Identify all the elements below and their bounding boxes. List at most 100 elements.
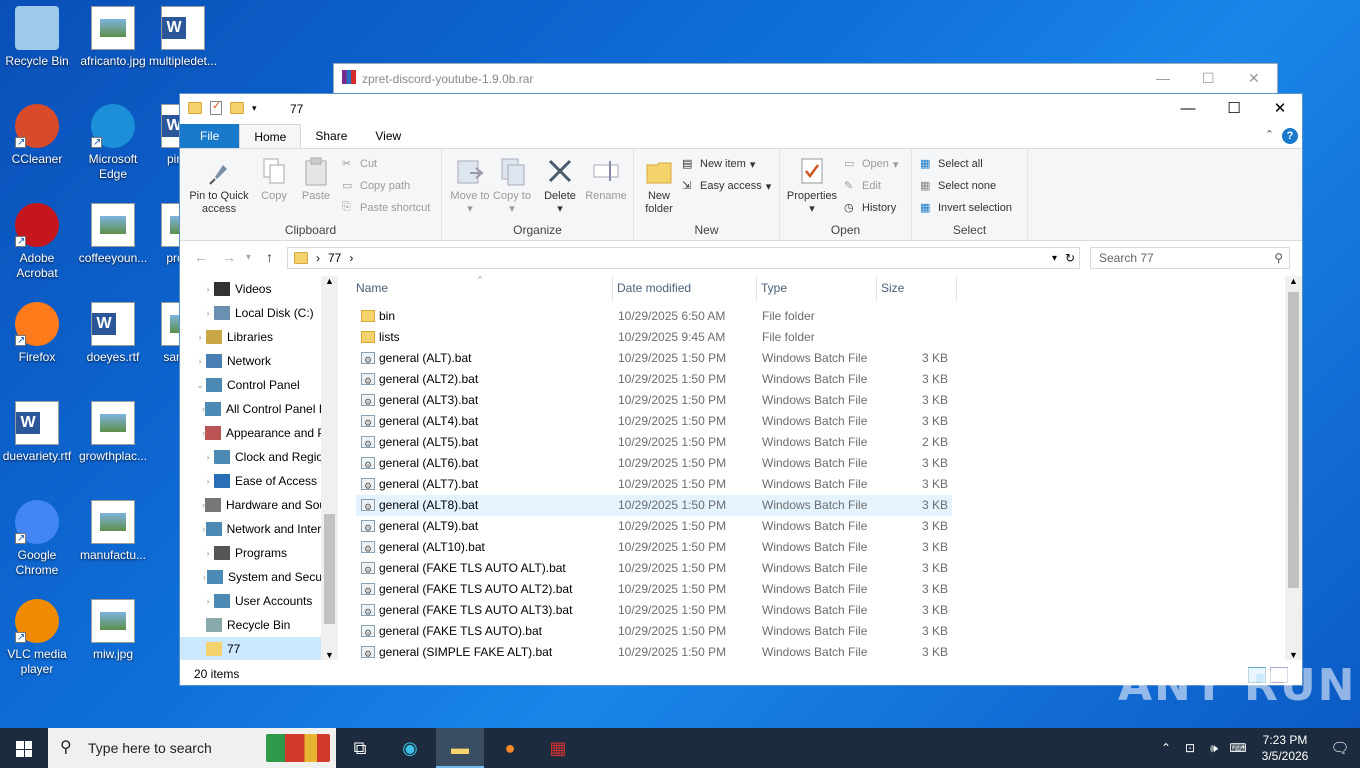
back-arrow-icon[interactable]: ← [194, 249, 208, 265]
desktop-icon[interactable]: CCleaner [0, 104, 74, 167]
start-button[interactable] [0, 728, 48, 768]
nav-item[interactable]: › Libraries [180, 325, 338, 349]
move-to-button[interactable]: Move to ▾ [450, 155, 490, 216]
network-icon[interactable]: ⊡ [1178, 741, 1202, 755]
nav-item[interactable]: › Local Disk (C:) [180, 301, 338, 325]
breadcrumb[interactable]: 77 [328, 251, 341, 265]
table-row[interactable]: general (ALT5).bat 10/29/2025 1:50 PM Wind… [356, 432, 952, 455]
table-row[interactable]: bin 10/29/2025 6:50 AM File folder [356, 306, 952, 327]
table-row[interactable]: general (ALT4).bat 10/29/2025 1:50 PM Wind… [356, 411, 952, 434]
nav-item[interactable]: › Programs [180, 541, 338, 565]
table-row[interactable]: general (FAKE TLS AUTO ALT).bat 10/29/202… [356, 558, 952, 581]
task-view-icon[interactable]: ⧉ [336, 728, 384, 768]
expand-chevron-icon[interactable]: › [202, 452, 214, 462]
tab-home[interactable]: Home [239, 124, 302, 148]
close-icon[interactable]: ✕ [1248, 70, 1260, 87]
close-button[interactable]: ✕ [1257, 94, 1303, 124]
new-folder-quick-icon[interactable] [230, 102, 244, 114]
copy-button[interactable]: Copy [254, 155, 294, 203]
expand-chevron-icon[interactable]: › [202, 596, 214, 606]
desktop-icon[interactable]: manufactu... [76, 500, 150, 563]
expand-chevron-icon[interactable]: ⌄ [194, 380, 206, 391]
nav-item[interactable]: › System and Security [180, 565, 338, 589]
scroll-down-icon[interactable]: ▼ [1289, 650, 1298, 660]
desktop-icon[interactable]: Adobe Acrobat [0, 203, 74, 281]
delete-button[interactable]: Delete ▾ [540, 155, 580, 216]
desktop-icon[interactable]: Wmultipledet... [146, 6, 220, 69]
desktop-icon[interactable]: miw.jpg [76, 599, 150, 662]
expand-chevron-icon[interactable]: › [202, 548, 214, 558]
desktop-icon[interactable]: Recycle Bin [0, 6, 74, 69]
invert-selection-button[interactable]: ▦ Invert selection [920, 199, 1012, 217]
forward-arrow-icon[interactable]: → [222, 249, 236, 265]
rename-button[interactable]: Rename [584, 155, 628, 203]
easy-access-button[interactable]: ⇲ Easy access ▾ [682, 177, 771, 195]
nav-item[interactable]: › Clock and Region [180, 445, 338, 469]
scroll-down-icon[interactable]: ▼ [325, 650, 334, 660]
help-icon[interactable]: ? [1282, 128, 1298, 144]
nav-item[interactable]: 77 [180, 637, 338, 660]
table-row[interactable]: general (SIMPLE FAKE ALT).bat 10/29/2025 … [356, 642, 952, 660]
column-header-size[interactable]: Size [877, 276, 957, 301]
minimize-button[interactable]: — [1165, 94, 1211, 124]
table-row[interactable]: general (ALT8).bat 10/29/2025 1:50 PM Wind… [356, 495, 952, 518]
column-header-name[interactable]: Name ^ [352, 276, 613, 301]
history-button[interactable]: ◷ History [844, 199, 896, 217]
nav-item[interactable]: ›Appearance and Personalization [180, 421, 338, 445]
maximize-icon[interactable]: ☐ [1202, 70, 1215, 87]
desktop-icon[interactable]: Microsoft Edge [76, 104, 150, 182]
desktop-icon[interactable]: Wdoeyes.rtf [76, 302, 150, 365]
winrar-taskbar-icon[interactable]: ▦ [534, 728, 582, 768]
address-bar[interactable]: › 77 › ▾ ↻ [287, 247, 1080, 269]
open-button[interactable]: ▭ Open ▾ [844, 155, 898, 173]
nav-item[interactable]: › All Control Panel Items [180, 397, 338, 421]
edit-button[interactable]: ✎ Edit [844, 177, 881, 195]
desktop-icon[interactable]: Google Chrome [0, 500, 74, 578]
refresh-icon[interactable]: ↻ [1065, 251, 1075, 265]
table-row[interactable]: general (FAKE TLS AUTO ALT3).bat 10/29/20… [356, 600, 952, 623]
table-row[interactable]: general (ALT6).bat 10/29/2025 1:50 PM Wind… [356, 453, 952, 476]
table-row[interactable]: general (FAKE TLS AUTO ALT2).bat 10/29/20… [356, 579, 952, 602]
nav-item[interactable]: Recycle Bin [180, 613, 338, 637]
paste-shortcut-button[interactable]: ⎘ Paste shortcut [342, 199, 430, 217]
pin-quick-access-button[interactable]: Pin to Quick access [186, 155, 252, 216]
nav-scrollbar[interactable]: ▲ ▼ [321, 276, 338, 660]
search-input[interactable]: Search 77 ⚲ [1090, 247, 1290, 269]
up-arrow-icon[interactable]: ↑ [266, 249, 273, 265]
minimize-icon[interactable]: — [1156, 70, 1170, 86]
desktop-icon[interactable]: Wduevariety.rtf [0, 401, 74, 464]
cut-button[interactable]: ✂ Cut [342, 155, 377, 173]
new-folder-button[interactable]: New folder [638, 155, 680, 216]
desktop-icon[interactable]: VLC media player [0, 599, 74, 677]
paste-button[interactable]: Paste [296, 155, 336, 203]
maximize-button[interactable]: ☐ [1211, 94, 1257, 124]
expand-chevron-icon[interactable]: › [194, 356, 206, 366]
copy-path-button[interactable]: ▭ Copy path [342, 177, 410, 195]
table-row[interactable]: general (ALT7).bat 10/29/2025 1:50 PM Wind… [356, 474, 952, 497]
expand-chevron-icon[interactable]: › [202, 284, 214, 294]
desktop-icon[interactable]: coffeeyoun... [76, 203, 150, 266]
tab-share[interactable]: Share [301, 124, 361, 148]
properties-button[interactable]: Properties ▾ [784, 155, 840, 216]
tab-file[interactable]: File [180, 124, 240, 148]
table-row[interactable]: general (ALT3).bat 10/29/2025 1:50 PM Wind… [356, 390, 952, 413]
select-all-button[interactable]: ▦ Select all [920, 155, 983, 173]
column-header-date[interactable]: Date modified [613, 276, 757, 301]
firefox-taskbar-icon[interactable]: ● [486, 728, 534, 768]
expand-chevron-icon[interactable]: › [194, 332, 206, 342]
file-scroll-thumb[interactable] [1288, 292, 1299, 588]
table-row[interactable]: general (ALT9).bat 10/29/2025 1:50 PM Wind… [356, 516, 952, 539]
nav-item[interactable]: › Network and Internet [180, 517, 338, 541]
nav-item[interactable]: › Ease of Access [180, 469, 338, 493]
notifications-icon[interactable]: 🗨 [1320, 739, 1360, 757]
table-row[interactable]: general (FAKE TLS AUTO).bat 10/29/2025 1:… [356, 621, 952, 644]
nav-item[interactable]: › Network [180, 349, 338, 373]
nav-item[interactable]: ⌄ Control Panel [180, 373, 338, 397]
file-explorer-taskbar-icon[interactable]: ▬ [436, 728, 484, 768]
show-hidden-icons-icon[interactable]: ⌃ [1154, 741, 1178, 755]
desktop-icon[interactable]: growthplac... [76, 401, 150, 464]
copy-to-button[interactable]: Copy to ▾ [492, 155, 532, 216]
properties-quick-icon[interactable] [210, 99, 222, 115]
nav-item[interactable]: › Videos [180, 277, 338, 301]
clock[interactable]: 7:23 PM 3/5/2026 [1250, 732, 1320, 764]
